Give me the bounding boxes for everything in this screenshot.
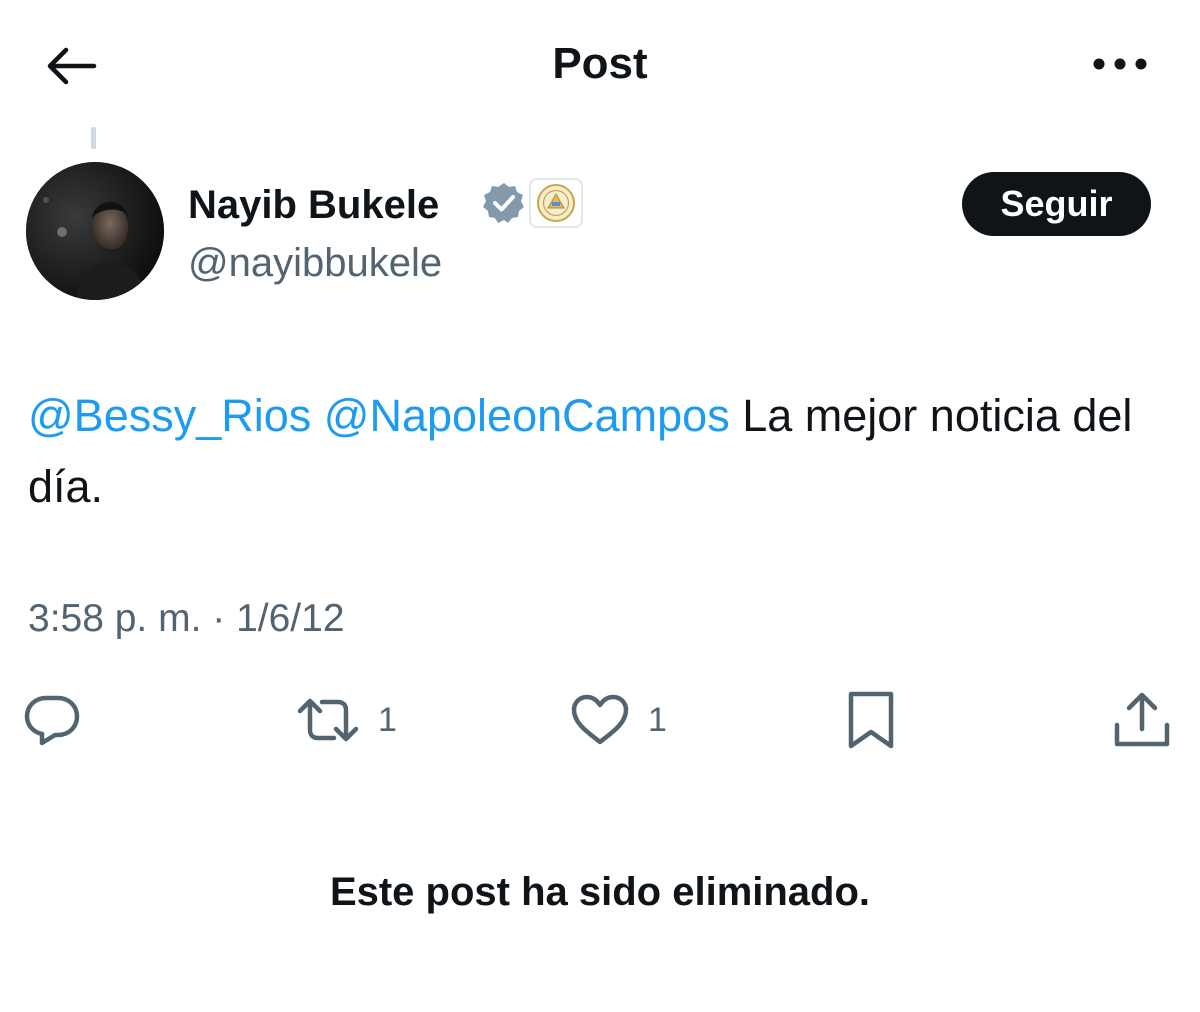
avatar[interactable] xyxy=(26,162,164,300)
like-count: 1 xyxy=(648,700,667,739)
deleted-post-notice: Este post ha sido eliminado. xyxy=(329,870,871,914)
like-button[interactable]: 1 xyxy=(570,688,667,752)
bookmark-icon xyxy=(848,691,894,749)
government-seal-icon xyxy=(537,184,575,222)
retweet-count: 1 xyxy=(378,700,397,739)
top-bar: Post xyxy=(0,0,1200,130)
mention-link[interactable]: @NapoleonCampos xyxy=(324,390,730,441)
post-text: @Bessy_Rios @NapoleonCampos La mejor not… xyxy=(28,380,1168,522)
heart-icon xyxy=(571,694,629,745)
post-timestamp[interactable]: 3:58 p. m. · 1/6/12 xyxy=(28,594,345,644)
share-icon xyxy=(1114,692,1170,747)
retweet-button[interactable]: 1 xyxy=(296,688,397,752)
reply-icon xyxy=(24,695,80,746)
verified-badge-icon xyxy=(483,183,524,223)
page-title: Post xyxy=(552,39,648,88)
mention-link[interactable]: @Bessy_Rios xyxy=(28,390,311,441)
more-options-button[interactable] xyxy=(1084,40,1156,88)
thread-connector-line xyxy=(91,127,96,149)
more-horizontal-icon xyxy=(1093,58,1147,70)
author-name[interactable]: Nayib Bukele xyxy=(188,180,439,230)
follow-button[interactable]: Seguir xyxy=(962,172,1151,236)
affiliate-badge[interactable] xyxy=(529,178,583,228)
author-handle[interactable]: @nayibbukele xyxy=(188,238,442,288)
reply-button[interactable] xyxy=(22,688,82,752)
retweet-icon xyxy=(297,698,359,742)
profile-photo xyxy=(26,162,164,300)
bookmark-button[interactable] xyxy=(845,688,897,752)
share-button[interactable] xyxy=(1112,688,1172,752)
